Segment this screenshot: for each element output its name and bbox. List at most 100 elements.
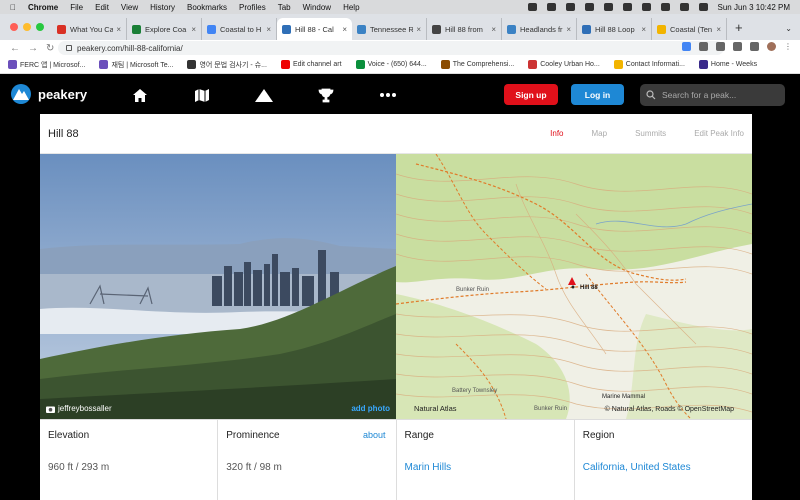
forward-icon[interactable]: → (28, 43, 38, 54)
trophy-icon[interactable] (316, 85, 336, 105)
close-tab-icon[interactable]: × (116, 25, 121, 34)
bookmark-favicon-icon (280, 60, 290, 69)
sidebar-icon[interactable] (750, 42, 759, 51)
browser-tab[interactable]: Hill 88 from × (427, 18, 502, 40)
back-icon[interactable]: ← (10, 43, 20, 54)
menu-file[interactable]: File (70, 3, 83, 12)
browser-tab[interactable]: Coastal to H × (202, 18, 277, 40)
peak-photo[interactable]: jeffreybossaller add photo (40, 154, 396, 419)
share-icon[interactable] (699, 42, 708, 51)
url-field[interactable]: peakery.com/hill-88-california/ (58, 41, 724, 55)
extensions-icon[interactable] (733, 42, 742, 51)
home-icon[interactable] (130, 85, 150, 105)
more-dots-icon[interactable] (378, 85, 398, 105)
battery-icon[interactable] (622, 3, 632, 11)
bookmark-item[interactable]: Edit channel art (280, 60, 342, 69)
menu-bookmarks[interactable]: Bookmarks (187, 3, 227, 12)
close-tab-icon[interactable]: × (416, 25, 421, 34)
close-tab-icon[interactable]: × (716, 25, 721, 34)
browser-tab[interactable]: Headlands fr × (502, 18, 577, 40)
map-icon[interactable] (192, 85, 212, 105)
mountain-icon[interactable] (254, 85, 274, 105)
tab-summits[interactable]: Summits (635, 129, 666, 138)
lock-icon[interactable] (66, 45, 72, 51)
photo-credit[interactable]: jeffreybossaller (46, 404, 112, 413)
login-button[interactable]: Log in (571, 84, 624, 105)
bookmark-label: Cooley Urban Ho... (540, 61, 600, 68)
tab-title: Explore Coa (145, 24, 187, 34)
minimize-window-button[interactable] (23, 23, 31, 31)
tab-edit-peak-info[interactable]: Edit Peak Info (694, 129, 744, 138)
close-tab-icon[interactable]: × (641, 25, 646, 34)
search-icon (646, 90, 656, 100)
wifi-icon[interactable] (641, 3, 651, 11)
map-label-peak: Hill 88 (580, 285, 598, 291)
search-icon[interactable] (660, 3, 670, 11)
close-tab-icon[interactable]: × (566, 25, 571, 34)
status-icon[interactable] (546, 3, 556, 11)
close-tab-icon[interactable]: × (491, 25, 496, 34)
close-tab-icon[interactable]: × (266, 25, 271, 34)
close-tab-icon[interactable]: × (342, 25, 347, 34)
peak-search-input[interactable]: Search for a peak... (640, 84, 785, 106)
menu-app[interactable]: Chrome (28, 3, 58, 12)
menu-edit[interactable]: Edit (95, 3, 109, 12)
camera-icon (46, 406, 55, 413)
bookmark-item[interactable]: Cooley Urban Ho... (528, 60, 600, 69)
browser-tab[interactable]: Hill 88 Loop × (577, 18, 652, 40)
region-link[interactable]: California, United States (583, 462, 691, 473)
bookmark-item[interactable]: FERC 앱 | Microsof... (8, 60, 85, 70)
tab-favicon-icon (282, 24, 291, 34)
tab-map[interactable]: Map (592, 129, 608, 138)
bookmark-item[interactable]: Home - Weeks (698, 60, 757, 69)
close-window-button[interactable] (10, 23, 18, 31)
tab-title: Coastal (Ten (670, 24, 713, 34)
status-icon[interactable] (584, 3, 594, 11)
menu-view[interactable]: View (121, 3, 138, 12)
menu-window[interactable]: Window (303, 3, 331, 12)
stat-region: Region California, United States (575, 420, 752, 500)
browser-tab-active[interactable]: Hill 88 - Cal × (277, 18, 352, 40)
apple-icon[interactable]:  (10, 3, 16, 12)
peak-map[interactable]: Hill 88 Bunker Ruin Bunker Ruin Battery … (396, 154, 752, 419)
menu-history[interactable]: History (150, 3, 175, 12)
flag-icon[interactable] (603, 3, 613, 11)
more-menu-icon[interactable]: ⋮ (784, 42, 792, 51)
peak-title: Hill 88 (48, 127, 79, 140)
reload-icon[interactable]: ↻ (46, 43, 54, 54)
browser-tab[interactable]: What You Ca × (52, 18, 127, 40)
status-icon[interactable] (527, 3, 537, 11)
add-photo-link[interactable]: add photo (351, 404, 390, 413)
bookmark-item[interactable]: The Comprehensi... (440, 60, 514, 69)
bookmark-item[interactable]: Voice - (650) 644... (355, 60, 427, 69)
browser-tab[interactable]: Tennessee R × (352, 18, 427, 40)
menu-help[interactable]: Help (343, 3, 359, 12)
control-center-icon[interactable] (679, 3, 689, 11)
topo-map (396, 154, 752, 419)
close-tab-icon[interactable]: × (191, 25, 196, 34)
menu-tab[interactable]: Tab (278, 3, 291, 12)
profile-avatar[interactable] (767, 42, 776, 51)
prominence-about-link[interactable]: about (363, 430, 386, 440)
signup-button[interactable]: Sign up (504, 84, 558, 105)
tab-title: Headlands fr (520, 24, 563, 34)
range-link[interactable]: Marin Hills (405, 462, 452, 473)
browser-tab[interactable]: Explore Coa × (127, 18, 202, 40)
browser-tab[interactable]: Coastal (Ten × (652, 18, 727, 40)
bookmark-item[interactable]: 영어 문법 검사기 - 슈... (187, 60, 267, 70)
siri-icon[interactable] (698, 3, 708, 11)
bookmark-item[interactable]: Contact Informati... (613, 60, 685, 69)
google-icon[interactable] (682, 42, 691, 51)
zoom-window-button[interactable] (36, 23, 44, 31)
bluetooth-icon[interactable] (565, 3, 575, 11)
tab-info[interactable]: Info (550, 129, 563, 138)
map-attribution-right[interactable]: © Natural Atlas, Roads © OpenStreetMap (605, 406, 734, 413)
bookmark-favicon-icon (440, 60, 450, 69)
menubar-clock[interactable]: Sun Jun 3 10:42 PM (718, 3, 791, 12)
bookmark-item[interactable]: 재팀 | Microsoft Te... (99, 60, 173, 70)
new-tab-button[interactable]: + (727, 20, 751, 40)
menu-profiles[interactable]: Profiles (239, 3, 266, 12)
peakery-logo[interactable]: peakery (10, 84, 87, 104)
tab-search-chevron-icon[interactable]: ⌄ (777, 24, 800, 40)
bookmark-star-icon[interactable] (716, 42, 725, 51)
